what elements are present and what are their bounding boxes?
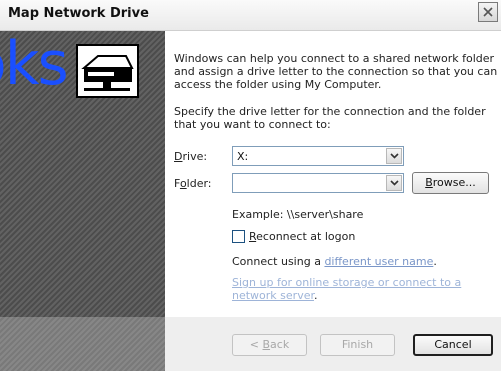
- browse-button[interactable]: Browse...: [412, 172, 489, 194]
- title-bar: Map Network Drive: [0, 0, 501, 31]
- example-text: Example: \\server\share: [232, 208, 364, 221]
- signup-link-line-2[interactable]: network server: [232, 289, 314, 302]
- signup-link-line-1[interactable]: Sign up for online storage or connect to…: [232, 276, 461, 289]
- signup-text-2: network server.: [232, 289, 318, 302]
- chevron-down-icon: [390, 153, 399, 159]
- intro-line-2: and assign a drive letter to the connect…: [174, 65, 498, 78]
- drive-dropdown-arrow[interactable]: [386, 148, 402, 164]
- close-icon: [483, 7, 493, 17]
- intro-line-3: access the folder using My Computer.: [174, 78, 382, 91]
- overlay-text: oks: [0, 31, 69, 99]
- different-user-link[interactable]: different user name: [324, 255, 433, 268]
- window-title: Map Network Drive: [8, 6, 149, 21]
- folder-label: Folder:: [174, 177, 212, 190]
- specify-line-1: Specify the drive letter for the connect…: [174, 105, 486, 118]
- finish-button[interactable]: Finish: [320, 334, 395, 356]
- reconnect-checkbox[interactable]: [232, 230, 245, 243]
- drive-select[interactable]: X:: [232, 146, 404, 166]
- close-button[interactable]: [478, 2, 498, 22]
- signup-text: Sign up for online storage or connect to…: [232, 276, 461, 289]
- drive-label: Drive:: [174, 150, 208, 163]
- map-network-drive-window: Map Network Drive oks Windows can help y…: [0, 0, 501, 371]
- chevron-down-icon: [390, 180, 399, 186]
- connect-using-text: Connect using a different user name.: [232, 255, 437, 268]
- cancel-button[interactable]: Cancel: [413, 334, 493, 356]
- reconnect-label[interactable]: Reconnect at logon: [249, 230, 355, 243]
- folder-dropdown-arrow[interactable]: [386, 175, 402, 191]
- folder-combobox[interactable]: [232, 173, 404, 193]
- intro-line-1: Windows can help you connect to a shared…: [174, 52, 495, 65]
- specify-line-2: that you want to connect to:: [174, 118, 331, 131]
- network-drive-icon: [76, 44, 139, 98]
- drive-value: X:: [237, 150, 249, 163]
- back-button[interactable]: < Back: [232, 334, 307, 356]
